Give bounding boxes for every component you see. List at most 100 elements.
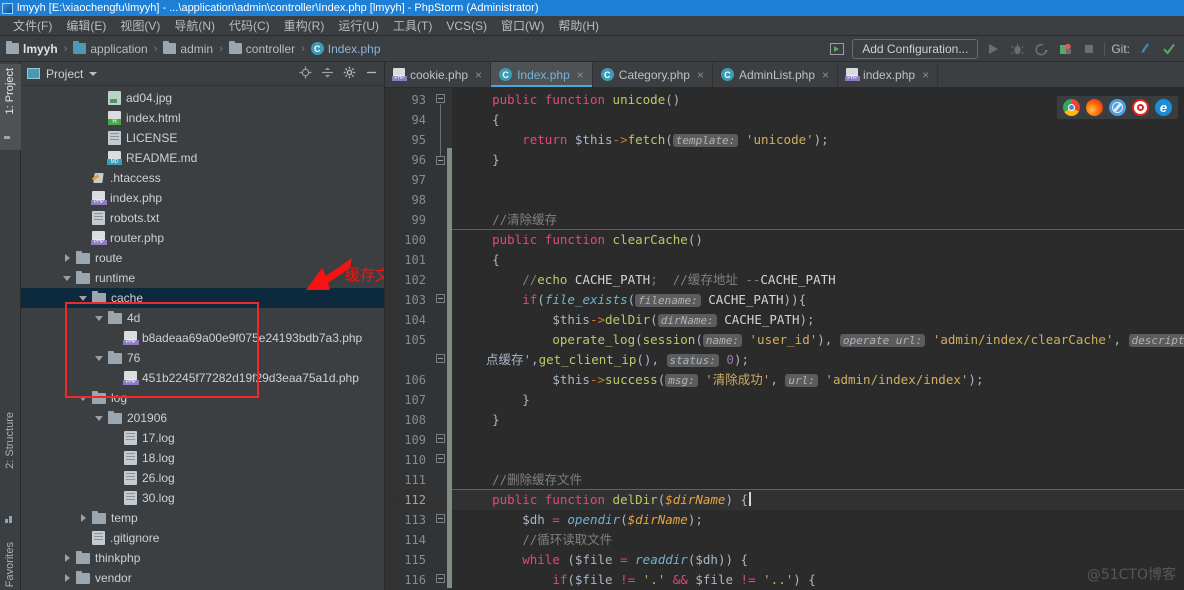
chevron-right-icon[interactable] [79,513,90,524]
locate-icon[interactable] [299,66,312,81]
close-icon[interactable]: × [577,68,584,82]
code-editor[interactable]: 93 94 95 96 97 98 99 100 101 102 103 104 105 106 107 10… [385,88,1184,590]
collapse-all-icon[interactable] [321,66,334,81]
tool-window-button-project[interactable]: 1: Project [4,68,16,114]
run-icon[interactable] [984,40,1002,58]
chevron-down-icon[interactable] [63,273,74,284]
chevron-right-icon[interactable] [63,573,74,584]
editor-tab-index-php[interactable]: C Index.php × [491,62,593,87]
close-icon[interactable]: × [475,68,482,82]
chevron-down-icon[interactable] [79,393,90,404]
tree-item-runtime[interactable]: runtime [21,268,384,288]
tab-label: Category.php [618,67,690,82]
hide-icon[interactable] [365,66,378,81]
menu-item-file[interactable]: 文件(F) [6,15,59,36]
tree-item-201906[interactable]: 201906 [21,408,384,428]
tool-window-button-structure[interactable]: 2: Structure [4,412,16,469]
breadcrumb-item-controller[interactable]: controller [228,41,295,56]
coverage-icon[interactable] [1032,40,1050,58]
menu-item-refactor[interactable]: 重构(R) [277,15,332,36]
tree-item-451b2245f77282d19f29d3eaa75a1d-php[interactable]: 451b2245f77282d19f29d3eaa75a1d.php [21,368,384,388]
code-folding-gutter[interactable] [433,88,447,590]
update-project-icon[interactable] [1136,40,1154,58]
menu-item-window[interactable]: 窗口(W) [494,15,551,36]
chevron-down-icon[interactable] [95,313,106,324]
tree-item-robots-txt[interactable]: robots.txt [21,208,384,228]
edge-icon[interactable]: e [1155,99,1172,116]
tree-item-30-log[interactable]: 30.log [21,488,384,508]
commit-icon[interactable] [1160,40,1178,58]
add-configuration-button[interactable]: Add Configuration... [852,39,979,59]
tree-item-26-log[interactable]: 26.log [21,468,384,488]
tree-item-4d[interactable]: 4d [21,308,384,328]
tree-item-readme-md[interactable]: README.md [21,148,384,168]
menu-item-edit[interactable]: 编辑(E) [59,15,113,36]
tree-item-htaccess[interactable]: .htaccess [21,168,384,188]
fold-marker[interactable] [436,354,445,363]
tree-item-license[interactable]: LICENSE [21,128,384,148]
fold-marker[interactable] [436,514,445,523]
chevron-right-icon[interactable] [63,553,74,564]
opera-icon[interactable] [1132,99,1149,116]
firefox-icon[interactable] [1086,99,1103,116]
menu-item-code[interactable]: 代码(C) [222,15,277,36]
close-icon[interactable]: × [697,68,704,82]
tree-item-thinkphp[interactable]: thinkphp [21,548,384,568]
tree-item-index-html[interactable]: index.html [21,108,384,128]
tree-item-76[interactable]: 76 [21,348,384,368]
tree-item-route[interactable]: route [21,248,384,268]
menu-item-navigate[interactable]: 导航(N) [167,15,222,36]
fold-marker[interactable] [436,434,445,443]
tree-item-log[interactable]: log [21,388,384,408]
tree-item-temp[interactable]: temp [21,508,384,528]
menu-item-help[interactable]: 帮助(H) [551,15,606,36]
tool-window-button-favorites[interactable]: Favorites [4,542,16,587]
fold-marker[interactable] [436,454,445,463]
menu-item-tools[interactable]: 工具(T) [386,15,439,36]
close-icon[interactable]: × [822,68,829,82]
debug-icon[interactable] [1008,40,1026,58]
tree-item-18-log[interactable]: 18.log [21,448,384,468]
safari-icon[interactable] [1109,99,1126,116]
breadcrumb-item-admin[interactable]: admin [163,41,213,56]
breadcrumb-item-index-php[interactable]: C Index.php [310,42,381,56]
fold-marker[interactable] [436,156,445,165]
fold-marker[interactable] [436,294,445,303]
code-line-105b: 点缓存',get_client_ip(), status: 0); [486,352,749,367]
tree-item-vendor[interactable]: vendor [21,568,384,588]
line-number: 94 [411,113,426,127]
chrome-icon[interactable] [1063,99,1080,116]
tree-item-17-log[interactable]: 17.log [21,428,384,448]
stop-icon[interactable] [1080,40,1098,58]
menu-item-view[interactable]: 视图(V) [113,15,167,36]
tree-item-index-php[interactable]: index.php [21,188,384,208]
close-icon[interactable]: × [922,68,929,82]
editor-tab-adminlist-php[interactable]: C AdminList.php × [713,62,839,87]
fold-marker[interactable] [436,94,445,103]
editor-tab-index-php-2[interactable]: index.php × [838,62,939,87]
profile-icon[interactable] [1056,40,1074,58]
breadcrumb-item-application[interactable]: application [73,41,148,56]
menu-item-vcs[interactable]: VCS(S) [439,17,494,35]
chevron-right-icon[interactable] [63,253,74,264]
menu-item-run[interactable]: 运行(U) [331,15,386,36]
select-run-target-icon[interactable] [828,40,846,58]
tree-item-gitignore[interactable]: .gitignore [21,528,384,548]
fold-marker[interactable] [436,574,445,583]
editor-tab-cookie-php[interactable]: cookie.php × [385,62,492,87]
tree-item-b8adeaa69a00e9f075e24193bdb7a3-php[interactable]: b8adeaa69a00e9f075e24193bdb7a3.php [21,328,384,348]
tree-item-router-php[interactable]: router.php [21,228,384,248]
chevron-down-icon[interactable] [95,353,106,364]
tree-item-ad04-jpg[interactable]: ad04.jpg [21,88,384,108]
editor-tab-category-php[interactable]: C Category.php × [593,62,713,87]
chevron-down-icon[interactable] [79,293,90,304]
project-file-tree[interactable]: ad04.jpg index.html LICENSE README.md .htacc… [21,86,384,590]
breadcrumb-item-lmyyh[interactable]: lmyyh [6,41,58,56]
tree-item-cache[interactable]: cache [21,288,384,308]
chevron-down-icon[interactable] [95,413,106,424]
chevron-down-icon[interactable] [89,71,98,76]
settings-gear-icon[interactable] [343,66,356,81]
code-text-area[interactable]: public function unicode() { return $this… [452,88,1184,590]
